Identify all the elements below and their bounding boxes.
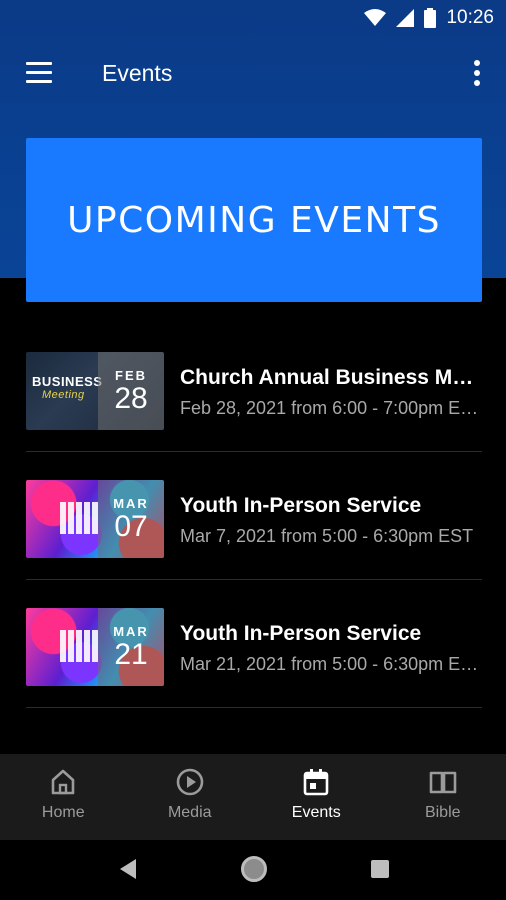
calendar-graphic (60, 630, 100, 662)
book-icon (429, 768, 457, 796)
date-day: 28 (114, 381, 148, 415)
recents-icon[interactable] (371, 860, 389, 878)
nav-media[interactable]: Media (127, 754, 254, 840)
event-item[interactable]: BUSINESS Meeting FEB 28 Church Annual Bu… (26, 324, 482, 452)
hamburger-menu-icon[interactable] (24, 62, 54, 86)
app-bar: Events (0, 42, 506, 106)
event-title: Church Annual Business Meeting (180, 366, 482, 389)
system-navigation-bar (0, 840, 506, 900)
date-badge: MAR 07 (98, 480, 164, 558)
status-time: 10:26 (446, 7, 494, 28)
banner-title: UPCOMING EVENTS (67, 199, 441, 241)
home-icon (49, 768, 77, 796)
date-month: MAR (113, 495, 149, 511)
event-title: Youth In-Person Service (180, 494, 422, 517)
date-month: FEB (115, 367, 147, 383)
event-time: Mar 7, 2021 from 5:00 - 6:30pm EST (180, 526, 474, 546)
event-list: BUSINESS Meeting FEB 28 Church Annual Bu… (0, 324, 506, 708)
page-title: Events (102, 60, 173, 86)
play-circle-icon (176, 768, 204, 796)
nav-home[interactable]: Home (0, 754, 127, 840)
date-day: 07 (114, 509, 148, 543)
home-button-icon[interactable] (241, 856, 267, 882)
upcoming-events-banner: UPCOMING EVENTS (26, 138, 482, 302)
nav-label: Bible (424, 804, 461, 821)
event-item[interactable]: MAR 21 Youth In-Person Service Mar 21, 2… (26, 580, 482, 708)
calendar-icon (302, 768, 330, 796)
back-icon[interactable] (118, 858, 138, 880)
nav-label: Media (167, 804, 212, 821)
event-title: Youth In-Person Service (180, 622, 422, 645)
calendar-graphic (60, 502, 100, 534)
event-item[interactable]: MAR 07 Youth In-Person Service Mar 7, 20… (26, 452, 482, 580)
nav-bible[interactable]: Bible (380, 754, 506, 840)
date-day: 21 (114, 637, 148, 671)
event-time: Feb 28, 2021 from 6:00 - 7:00pm EST (180, 398, 482, 418)
signal-icon (396, 9, 415, 27)
nav-label: Home (41, 804, 85, 821)
nav-label: Events (291, 804, 341, 821)
date-badge: MAR 21 (98, 608, 164, 686)
nav-events[interactable]: Events (253, 754, 380, 840)
status-bar: 10:26 (0, 0, 506, 36)
thumbnail-graphic-text: BUSINESS Meeting (32, 374, 103, 401)
bottom-navigation: Home Media Events Bible (0, 754, 506, 840)
battery-icon (424, 8, 437, 28)
wifi-icon (364, 9, 387, 27)
date-badge: FEB 28 (98, 352, 164, 430)
date-month: MAR (113, 623, 149, 639)
more-options-icon[interactable] (470, 60, 484, 88)
event-thumbnail: MAR 21 (26, 608, 164, 686)
event-time: Mar 21, 2021 from 5:00 - 6:30pm EST (180, 654, 482, 674)
event-thumbnail: MAR 07 (26, 480, 164, 558)
event-thumbnail: BUSINESS Meeting FEB 28 (26, 352, 164, 430)
